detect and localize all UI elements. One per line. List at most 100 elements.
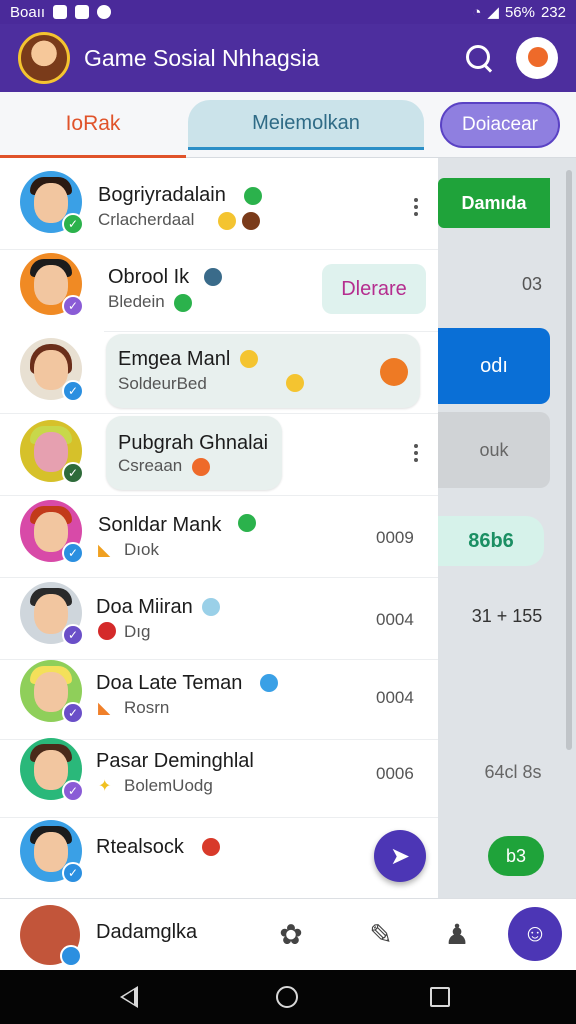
signal-icon: ◢	[487, 4, 499, 21]
emoji-icon	[174, 294, 192, 312]
side-panel: Damıda 03 odı ouk 86b6 31 + 155 64cl 8s …	[438, 158, 576, 898]
tab-1[interactable]: IoRak	[0, 92, 186, 158]
chat-time: 0004	[376, 688, 414, 707]
bottom-nav: Dadamglka ✿ ✎ ♟ ☺	[0, 898, 576, 970]
games-icon[interactable]: ✿	[274, 917, 308, 951]
status-badge: ✓	[62, 542, 84, 564]
emoji-icon	[238, 514, 256, 532]
panel-item-1[interactable]: Damıda	[438, 178, 550, 228]
wifi-icon: ◔	[472, 3, 482, 21]
panel-item-2: 03	[521, 273, 543, 294]
avatar: ✓	[20, 660, 84, 724]
status-badge: ✓	[62, 862, 84, 884]
status-left: Boaıı	[10, 3, 112, 21]
chat-time: 0004	[376, 610, 414, 629]
tasks-icon[interactable]: ✎	[364, 917, 398, 951]
chat-name: Emgea Manl	[118, 348, 231, 370]
chat-message: Dıg	[124, 622, 151, 641]
chat-row[interactable]: ✓ Rtealsock	[0, 816, 438, 898]
message-bubble	[106, 334, 420, 408]
status-badge	[60, 945, 82, 967]
emoji-icon	[260, 674, 278, 692]
chat-message: Csreaan	[118, 456, 183, 475]
chat-message: Dıok	[124, 540, 159, 559]
chat-name: Bogriyradalain	[98, 184, 226, 206]
emoji-icon	[202, 598, 220, 616]
emoji-icon	[242, 212, 260, 230]
tag-icon: ✦	[98, 778, 112, 795]
chat-message: BolemUodg	[124, 776, 213, 795]
avatar: ✓	[20, 338, 84, 402]
home-icon[interactable]	[276, 986, 298, 1008]
group-icon[interactable]: ☺	[508, 907, 562, 961]
app-avatar[interactable]	[18, 32, 70, 84]
tab-bar: IoRak Meiemolkan Doiacear	[0, 92, 576, 158]
chat-name: Rtealsock	[96, 836, 184, 858]
app-title: Game Sosial Nhhagsia	[84, 44, 320, 71]
image-icon	[75, 5, 90, 19]
avatar: ✓	[20, 820, 84, 884]
chat-row[interactable]: ✓ Bogriyradalain Crlacherdaal	[0, 168, 438, 250]
user-name: Dadamglka	[96, 921, 198, 943]
reaction-icon[interactable]	[380, 358, 408, 386]
chat-row[interactable]: ✓ Emgea Manl SoldeurBed	[0, 332, 438, 414]
status-badge: ✓	[62, 702, 84, 724]
chat-name: Doa Late Teman	[96, 672, 243, 694]
chat-message: Bledein	[108, 292, 165, 311]
search-icon[interactable]	[464, 43, 494, 73]
emoji-icon	[218, 212, 236, 230]
chat-name: Pubgrah Ghnalai	[118, 432, 269, 454]
tag-icon: ◣	[98, 700, 111, 717]
panel-item-5[interactable]: 86b6	[438, 516, 544, 566]
emoji-icon	[202, 838, 220, 856]
status-right: ◔ ◢ 56% 232	[472, 3, 566, 22]
scrollbar[interactable]	[566, 170, 572, 750]
back-icon[interactable]	[120, 986, 138, 1008]
system-nav-bar	[0, 970, 576, 1024]
chat-message: SoldeurBed	[118, 374, 207, 393]
tag-icon	[98, 622, 116, 640]
chat-row[interactable]: ✓ Pubgrah Ghnalai Csreaan	[0, 414, 438, 496]
emoji-icon	[244, 187, 262, 205]
recents-icon[interactable]	[430, 987, 450, 1007]
person-icon[interactable]: ♟	[440, 917, 474, 951]
profile-icon[interactable]	[516, 37, 558, 79]
more-icon[interactable]	[414, 198, 418, 216]
panel-item-8[interactable]: b3	[488, 836, 544, 876]
emoji-icon	[192, 458, 210, 476]
clock: 232	[540, 3, 566, 21]
panel-item-4: ouk	[438, 412, 550, 488]
compose-fab[interactable]: ➤	[374, 830, 426, 882]
chat-row[interactable]: ✓ Doa Miiran Dıg 0004	[0, 578, 438, 660]
tab-3-button[interactable]: Doiacear	[440, 102, 560, 148]
chat-row[interactable]: ✓ Pasar Deminghlal ✦ BolemUodg 0006	[0, 736, 438, 818]
battery-level: 56%	[504, 3, 535, 21]
chat-name: Pasar Deminghlal	[96, 750, 254, 772]
tab-2[interactable]: Meiemolkan	[188, 100, 424, 150]
status-badge: ✓	[62, 213, 84, 235]
status-badge: ✓	[62, 295, 84, 317]
avatar: ✓	[20, 171, 84, 235]
avatar: ✓	[20, 420, 84, 484]
status-left-text: Boaıı	[10, 3, 46, 21]
chat-list: ✓ Bogriyradalain Crlacherdaal ✓ Obrool I…	[0, 158, 438, 898]
status-badge: ✓	[62, 624, 84, 646]
panel-item-7: 64cl 8s	[484, 761, 542, 782]
emoji-icon	[286, 374, 304, 392]
status-bar: Boaıı ◔ ◢ 56% 232	[0, 0, 576, 24]
chat-row[interactable]: ✓ Sonldar Mank ◣ Dıok 0009	[0, 496, 438, 578]
action-button[interactable]: Dlerare	[322, 264, 426, 314]
avatar: ✓	[20, 738, 84, 802]
emoji-icon	[240, 350, 258, 368]
chat-name: Obrool Ik	[108, 266, 190, 288]
user-avatar[interactable]	[20, 905, 82, 967]
chat-time: 0006	[376, 764, 414, 783]
panel-item-3[interactable]: odı	[438, 328, 550, 404]
chat-row[interactable]: ✓ Obrool Ik Bledein Dlerare	[20, 250, 438, 332]
more-icon[interactable]	[414, 444, 418, 462]
chat-message: Crlacherdaal	[98, 210, 195, 229]
avatar: ✓	[20, 500, 84, 564]
emoji-icon	[204, 268, 222, 286]
chat-row[interactable]: ✓ Doa Late Teman ◣ Rosrn 0004	[0, 658, 438, 740]
status-badge: ✓	[62, 380, 84, 402]
